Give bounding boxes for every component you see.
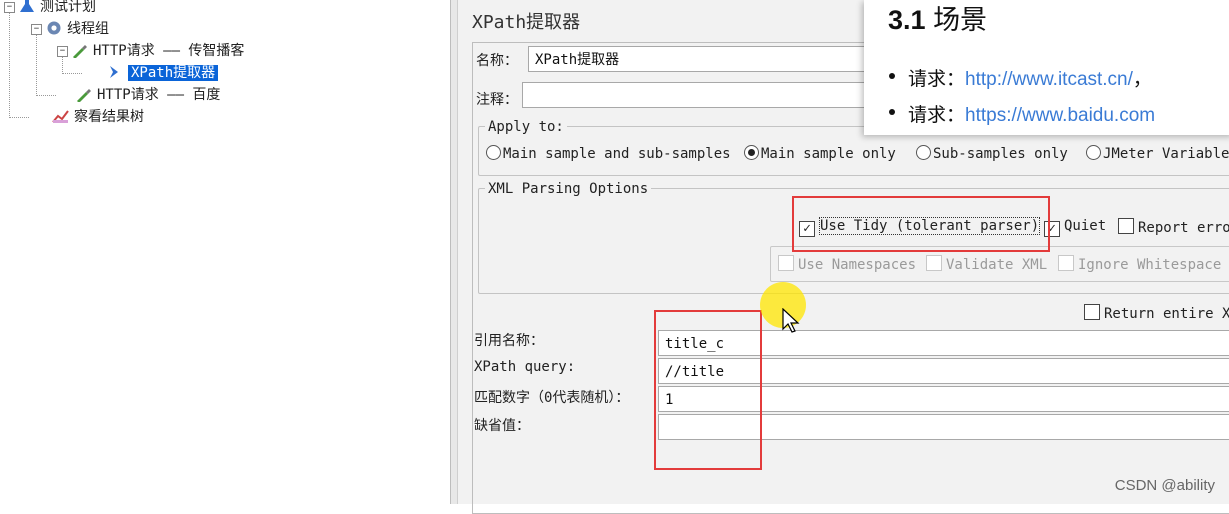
tree-node-http-request-itcast[interactable]: HTTP请求 —— 传智播客	[71, 41, 244, 61]
collapse-toggle-thread-group[interactable]: −	[31, 24, 42, 35]
tree-node-xpath-extractor[interactable]: XPath提取器	[106, 63, 219, 83]
apply-to-label: Apply to:	[485, 119, 567, 135]
collapse-toggle-test-plan[interactable]: −	[4, 2, 15, 13]
tree-node-test-plan[interactable]: 测试计划	[18, 0, 96, 17]
tree-node-thread-group[interactable]: 线程组	[45, 19, 109, 39]
itcast-link[interactable]: http://www.itcast.cn/	[965, 69, 1133, 90]
checkbox-icon[interactable]	[1084, 304, 1100, 320]
checkbox-icon[interactable]	[778, 255, 794, 271]
radio-jmeter-variable[interactable]: JMeter Variable	[1086, 145, 1229, 162]
report-errors-checkbox[interactable]: Report erro	[1118, 218, 1229, 236]
quiet-checkbox[interactable]: ✓ Quiet	[1044, 218, 1106, 237]
pipette-icon	[75, 86, 93, 103]
tree-node-http-request-baidu[interactable]: HTTP请求 —— 百度	[75, 85, 220, 105]
checkbox-icon[interactable]	[926, 255, 942, 271]
pipette-icon	[71, 42, 89, 59]
return-entire-checkbox[interactable]: Return entire XI	[1084, 304, 1229, 322]
collapse-toggle-http-request-1[interactable]: −	[57, 46, 68, 57]
chart-icon	[52, 108, 70, 124]
extractor-arrow-icon	[106, 64, 124, 80]
slide-bullet-1: 请求：http://www.itcast.cn/，	[889, 64, 1152, 91]
radio-main-and-sub[interactable]: Main sample and sub-samples	[486, 145, 731, 162]
comment-label: 注释：	[476, 92, 518, 108]
xml-parsing-label: XML Parsing Options	[485, 181, 652, 197]
tree-node-results-tree[interactable]: 察看结果树	[52, 107, 144, 127]
checkbox-icon[interactable]	[1118, 218, 1134, 234]
radio-button[interactable]	[916, 145, 931, 160]
ref-name-label: 引用名称：	[474, 333, 544, 349]
radio-button-selected[interactable]	[744, 145, 759, 160]
flask-icon	[18, 0, 36, 14]
gear-icon	[45, 20, 63, 36]
validate-xml-checkbox[interactable]: Validate XML	[926, 255, 1047, 273]
radio-main-only[interactable]: Main sample only	[744, 145, 896, 162]
slide-overlay: 3.1 场景 请求：http://www.itcast.cn/， 请求：http…	[864, 0, 1229, 135]
watermark: CSDN @ability	[1114, 477, 1215, 494]
panel-title: XPath提取器	[472, 12, 581, 33]
slide-bullet-2: 请求：https://www.baidu.com	[888, 100, 1155, 127]
radio-sub-only[interactable]: Sub-samples only	[916, 145, 1068, 162]
name-label: 名称：	[476, 53, 518, 69]
use-namespaces-checkbox[interactable]: Use Namespaces	[778, 255, 916, 273]
test-plan-tree: − 测试计划 − 线程组 − HTTP请求 —— 传智播客 XPath提取器 H…	[0, 0, 450, 504]
match-no-label: 匹配数字（0代表随机）：	[474, 390, 630, 406]
highlight-box-use-tidy	[792, 196, 1050, 252]
slide-heading: 3.1 场景	[888, 5, 988, 35]
xpath-query-label: XPath query:	[474, 359, 576, 375]
checkbox-icon[interactable]	[1058, 255, 1074, 271]
highlight-box-fields	[654, 310, 762, 470]
mouse-pointer-icon	[782, 307, 800, 338]
radio-button[interactable]	[486, 145, 501, 160]
ignore-whitespace-checkbox[interactable]: Ignore Whitespace	[1058, 255, 1221, 273]
radio-button[interactable]	[1086, 145, 1101, 160]
baidu-link[interactable]: https://www.baidu.com	[965, 105, 1155, 126]
default-value-label: 缺省值：	[474, 418, 530, 434]
split-pane-divider[interactable]	[450, 0, 458, 504]
